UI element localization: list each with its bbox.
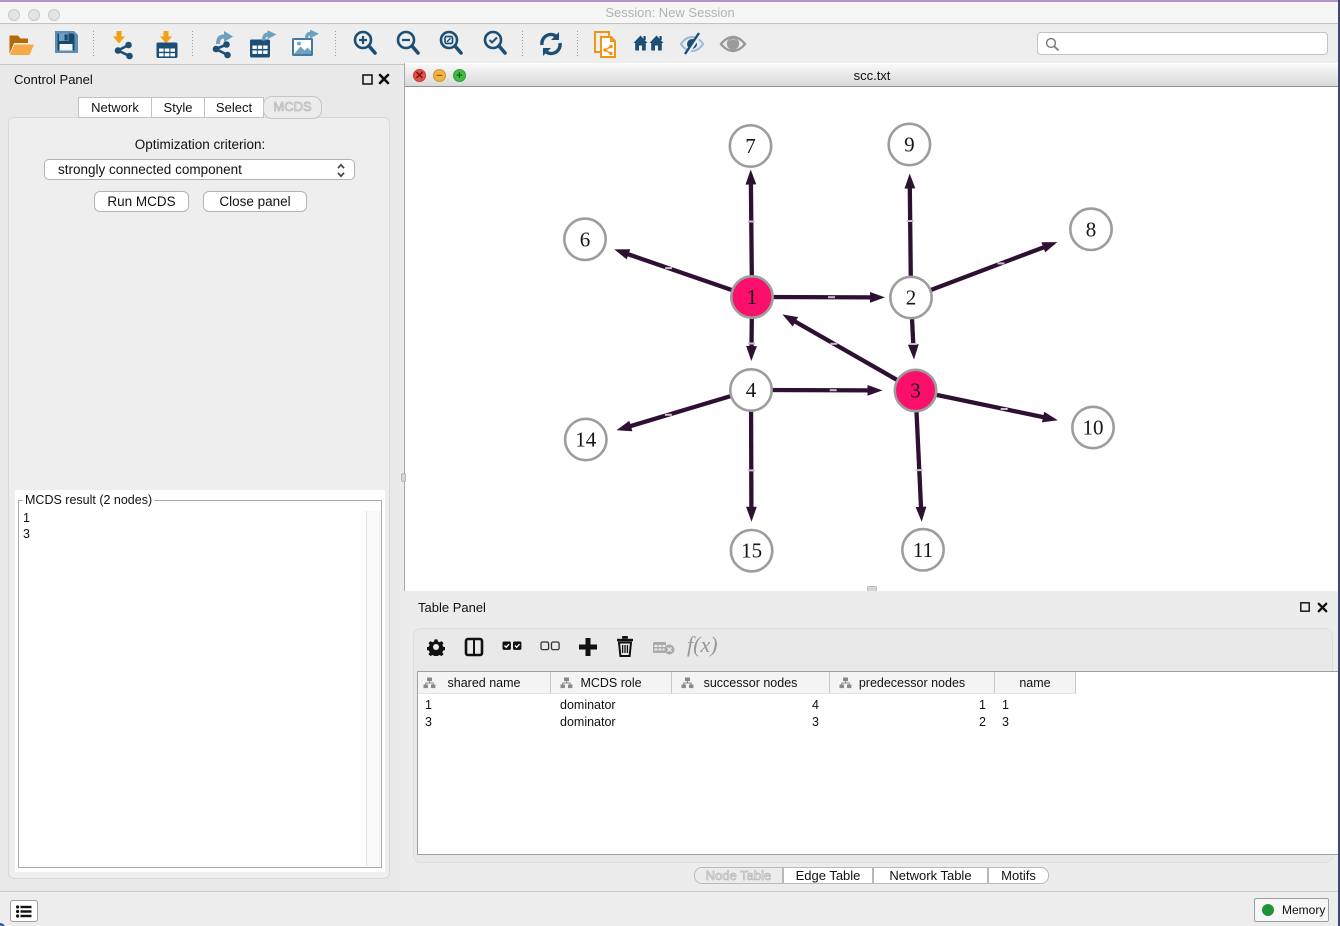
svg-text:9: 9 xyxy=(904,133,915,157)
svg-text:6: 6 xyxy=(580,227,591,251)
svg-text:8: 8 xyxy=(1086,217,1097,241)
svg-text:10: 10 xyxy=(1083,416,1104,440)
svg-text:14: 14 xyxy=(575,428,597,452)
svg-text:15: 15 xyxy=(741,539,762,563)
svg-text:2: 2 xyxy=(906,286,917,310)
svg-text:11: 11 xyxy=(913,538,933,562)
svg-text:3: 3 xyxy=(910,379,921,403)
svg-text:1: 1 xyxy=(747,285,758,309)
svg-text:4: 4 xyxy=(746,378,757,402)
svg-text:7: 7 xyxy=(745,134,756,158)
